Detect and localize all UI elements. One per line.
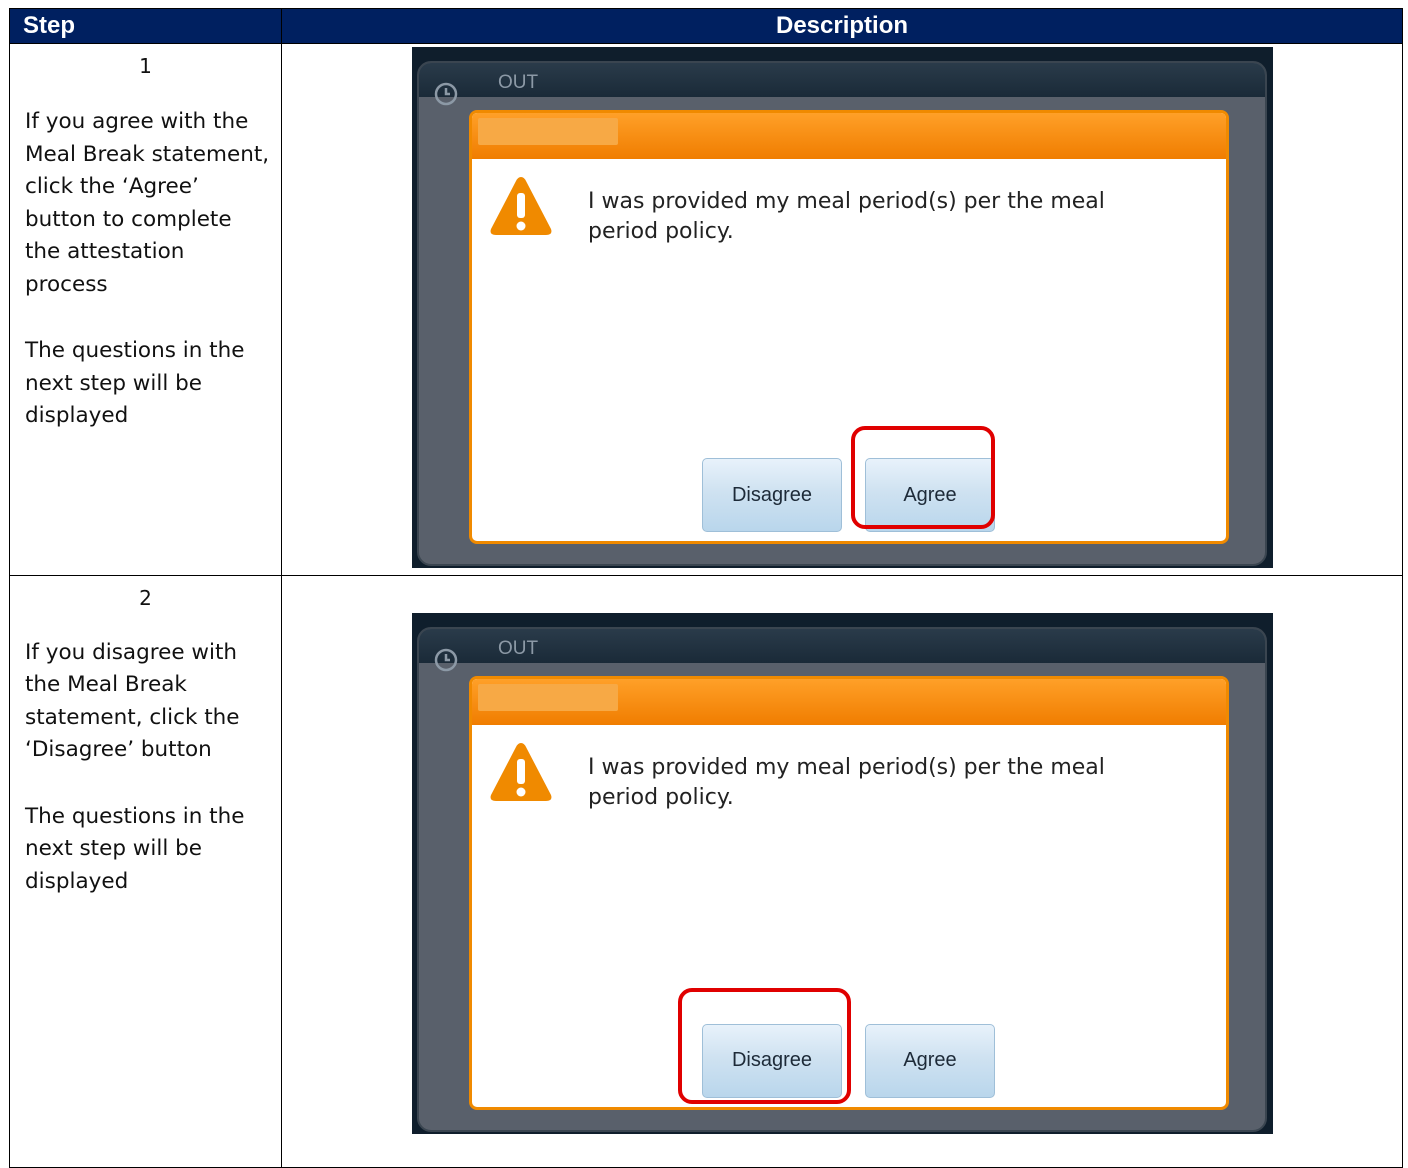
steps-table: Step Description 1 If you agree with the… <box>9 7 1403 1168</box>
redacted-title <box>478 683 618 711</box>
step-instructions: If you agree with the Meal Break stateme… <box>10 106 281 433</box>
step-number: 1 <box>139 54 152 79</box>
device-screenshot: OUT I was provided my meal period(s) per… <box>412 47 1273 569</box>
status-bar: OUT <box>419 63 1265 106</box>
clock-icon <box>434 648 458 672</box>
disagree-button[interactable]: Disagree <box>702 458 842 533</box>
table-header-row: Step Description <box>9 7 1403 45</box>
description-cell: OUT I was provided my meal period(s) per… <box>281 574 1403 1168</box>
attestation-dialog: I was provided my meal period(s) per the… <box>469 110 1229 545</box>
status-label: OUT <box>498 637 539 659</box>
step-paragraph: If you disagree with the Meal Break stat… <box>25 639 240 763</box>
step-cell: 1 If you agree with the Meal Break state… <box>9 43 282 576</box>
description-cell: OUT I was provided my meal period(s) per… <box>281 43 1403 576</box>
description-column-header: Description <box>281 7 1403 45</box>
status-bar: OUT <box>419 628 1265 672</box>
warning-icon <box>490 742 552 801</box>
disagree-highlight-box <box>678 987 851 1104</box>
step-instructions: If you disagree with the Meal Break stat… <box>10 637 281 899</box>
step-column-header: Step <box>9 7 282 45</box>
dialog-title-bar <box>472 678 1226 725</box>
clock-icon <box>434 83 458 106</box>
status-label: OUT <box>498 72 539 94</box>
device-screenshot: OUT I was provided my meal period(s) per… <box>412 612 1273 1134</box>
dialog-title-bar <box>472 113 1226 160</box>
step-paragraph: If you agree with the Meal Break stateme… <box>25 109 270 297</box>
step-cell: 2 If you disagree with the Meal Break st… <box>9 574 282 1168</box>
redacted-title <box>478 118 618 146</box>
dialog-message: I was provided my meal period(s) per the… <box>588 754 1105 810</box>
step-paragraph: The questions in the next step will be d… <box>25 338 245 429</box>
agree-highlight-box <box>851 426 995 530</box>
step-paragraph: The questions in the next step will be d… <box>25 803 245 894</box>
dialog-message: I was provided my meal period(s) per the… <box>588 189 1105 245</box>
table-row: 2 If you disagree with the Meal Break st… <box>9 574 1403 1168</box>
warning-icon <box>490 177 552 236</box>
agree-button[interactable]: Agree <box>865 1023 995 1098</box>
table-row: 1 If you agree with the Meal Break state… <box>9 43 1403 576</box>
step-number: 2 <box>139 585 152 610</box>
app-frame: OUT I was provided my meal period(s) per… <box>417 61 1267 567</box>
